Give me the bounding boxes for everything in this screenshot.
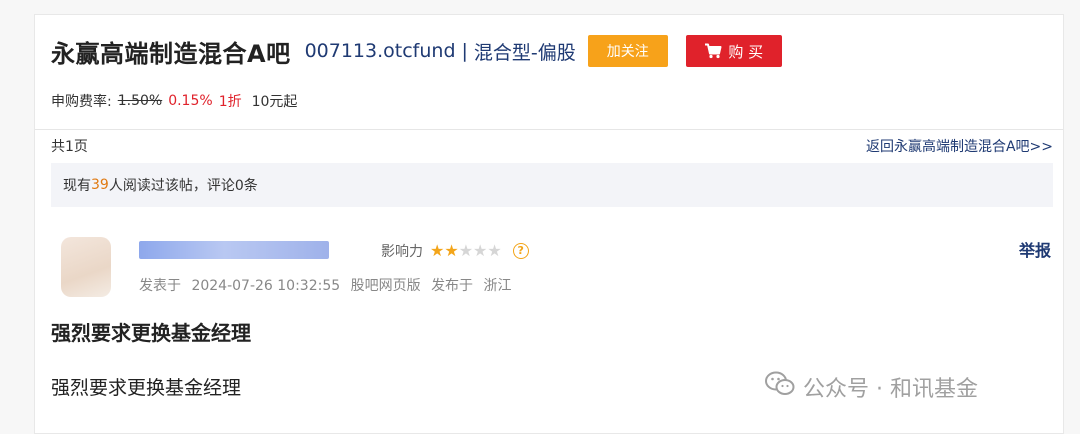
posted-via: 股吧网页版 [350, 278, 421, 294]
fee-discount: 1折 [218, 94, 242, 110]
pagination-row: 共1页 返回永赢高端制造混合A吧>> [51, 135, 1053, 157]
star-rating: ★★★★★ [430, 240, 502, 260]
fee-original: 1.50% [117, 93, 163, 109]
fee-discounted: 0.15% [168, 93, 213, 109]
fee-row: 申购费率: 1.50% 0.15% 1折 10元起 [51, 91, 297, 111]
buy-button[interactable]: 购 买 [685, 35, 782, 67]
fund-code-link[interactable]: 007113.otcfund [305, 40, 456, 62]
buy-button-label: 购 买 [728, 42, 764, 61]
report-link[interactable]: 举报 [1019, 237, 1051, 261]
star-empty-icon: ★ [487, 240, 502, 260]
star-filled-icon: ★ [430, 240, 445, 260]
read-count: 39 [91, 177, 109, 193]
location-label: 发布于 [431, 278, 474, 294]
post-body: 强烈要求更换基金经理 [51, 377, 242, 399]
read-stats-prefix: 现有 [63, 178, 91, 194]
page-count: 共1页 [51, 139, 88, 155]
header-separator: | [461, 40, 468, 62]
avatar[interactable] [61, 237, 111, 297]
username-redacted[interactable] [139, 241, 329, 259]
star-filled-icon: ★ [444, 240, 459, 260]
watermark-text: 公众号 · 和讯基金 [803, 377, 978, 402]
help-circle-icon[interactable]: ? [512, 243, 529, 259]
fee-minimum: 10元起 [251, 94, 298, 110]
follow-button-label: 加关注 [606, 44, 649, 60]
location: 浙江 [483, 278, 512, 294]
fund-name[interactable]: 永赢高端制造混合A吧 [51, 34, 291, 69]
star-empty-icon: ★ [473, 240, 488, 260]
posted-label: 发表于 [139, 278, 181, 294]
back-to-forum-link[interactable]: 返回永赢高端制造混合A吧>> [866, 136, 1053, 156]
fund-type-link[interactable]: 混合型-偏股 [474, 38, 576, 65]
posted-time: 2024-07-26 10:32:55 [191, 278, 341, 294]
fee-label: 申购费率: [51, 94, 112, 110]
fund-header: 永赢高端制造混合A吧 007113.otcfund | 混合型-偏股 加关注 购… [51, 33, 782, 69]
post-title: 强烈要求更换基金经理 [51, 321, 251, 345]
read-stats-box: 现有 39 人阅读过该帖，评论0条 [51, 163, 1053, 207]
influence-rating: 影响力 ★★★★★ ? [381, 241, 529, 261]
wechat-icon [765, 371, 795, 403]
post-meta: 发表于 2024-07-26 10:32:55 股吧网页版 发布于 浙江 [139, 275, 518, 295]
influence-label: 影响力 [381, 244, 423, 260]
read-stats-suffix: 人阅读过该帖，评论0条 [108, 178, 258, 194]
follow-button[interactable]: 加关注 [587, 35, 668, 67]
divider [35, 129, 1063, 130]
star-empty-icon: ★ [458, 240, 474, 260]
watermark: 公众号 · 和讯基金 [765, 371, 978, 403]
cart-icon [704, 43, 722, 59]
post-card: 永赢高端制造混合A吧 007113.otcfund | 混合型-偏股 加关注 购… [34, 14, 1064, 434]
